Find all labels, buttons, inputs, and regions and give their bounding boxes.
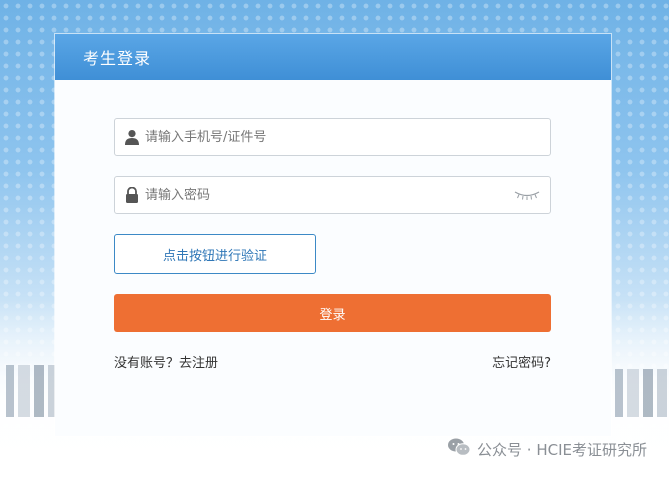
username-input[interactable] — [145, 120, 550, 154]
username-field[interactable] — [114, 118, 551, 156]
city-skyline-right — [609, 369, 669, 417]
lock-icon — [119, 177, 145, 213]
register-link[interactable]: 没有账号？去注册 — [114, 352, 218, 371]
login-button[interactable]: 登录 — [114, 294, 551, 332]
forgot-password-link[interactable]: 忘记密码? — [492, 352, 551, 371]
watermark-text: 公众号 · HCIE考证研究所 — [477, 440, 647, 459]
password-input[interactable] — [145, 178, 510, 212]
login-title: 考生登录 — [83, 49, 152, 68]
user-icon — [119, 119, 145, 155]
login-card-header: 考生登录 — [55, 34, 611, 80]
password-field[interactable] — [114, 176, 551, 214]
login-card: 考生登录 点击按 — [55, 34, 611, 436]
eye-closed-icon[interactable] — [510, 185, 544, 205]
city-skyline-left — [0, 365, 60, 417]
wechat-icon — [447, 437, 471, 461]
watermark: 公众号 · HCIE考证研究所 — [447, 437, 647, 461]
verify-button[interactable]: 点击按钮进行验证 — [114, 234, 316, 274]
